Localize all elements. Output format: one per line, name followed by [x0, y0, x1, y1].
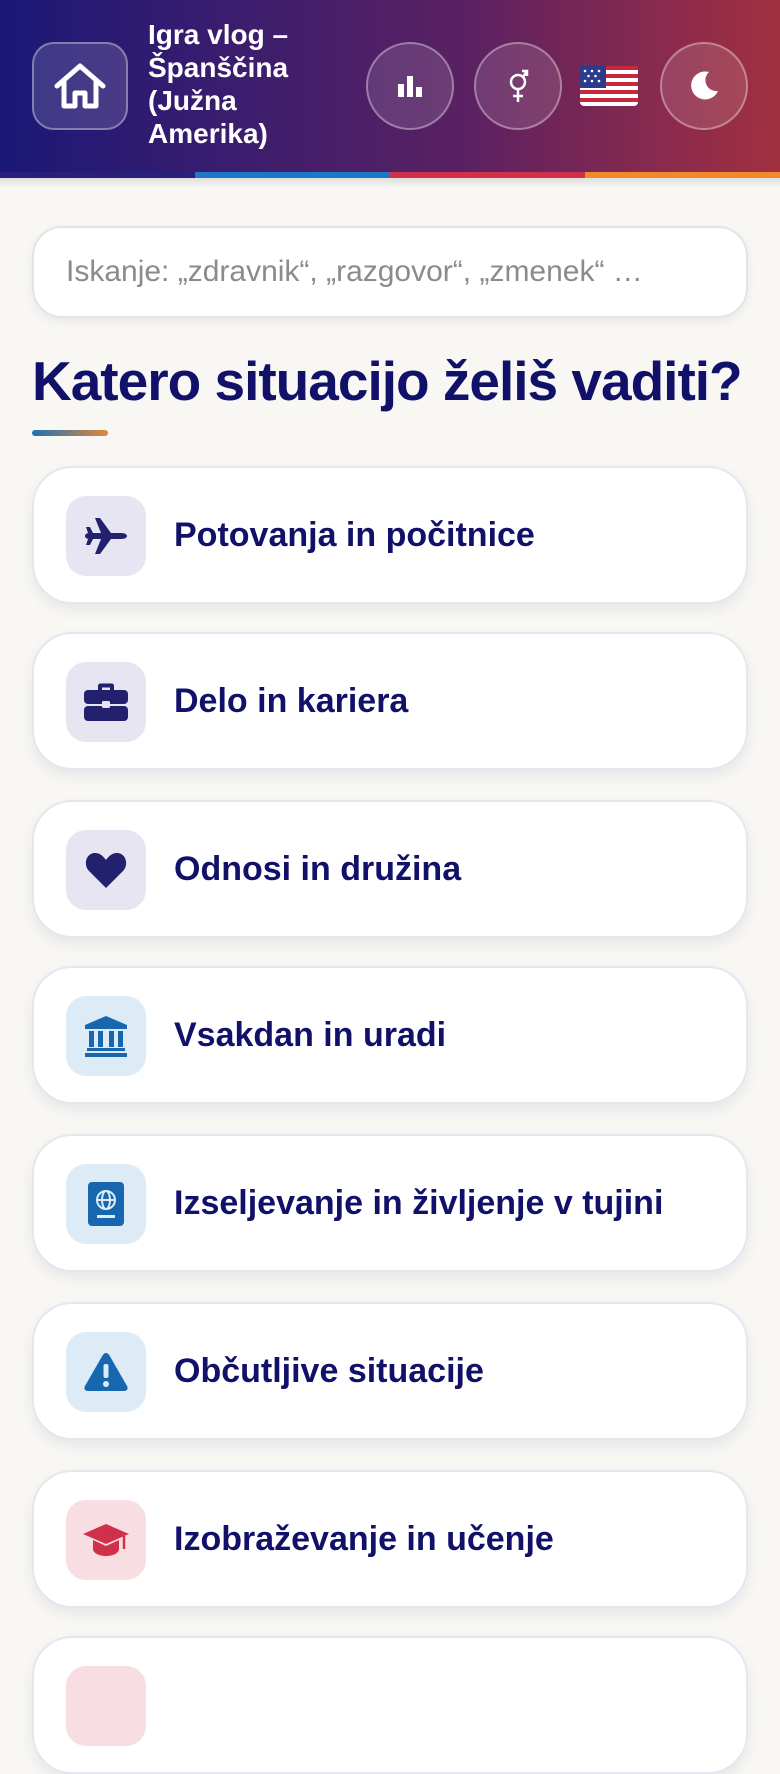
category-card-work[interactable]: Delo in kariera — [32, 632, 748, 770]
heart-icon — [85, 853, 127, 888]
bank-icon — [85, 1016, 127, 1057]
category-card-partial[interactable] — [32, 1636, 748, 1774]
category-label: Občutljive situacije — [174, 1352, 484, 1390]
bar-chart-icon — [398, 76, 422, 97]
category-label: Delo in kariera — [174, 682, 409, 720]
graduation-cap-icon — [83, 1524, 129, 1556]
category-label: Izobraževanje in učenje — [174, 1520, 554, 1558]
category-card-relationships[interactable]: Odnosi in družina — [32, 800, 748, 938]
category-label: Vsakdan in uradi — [174, 1016, 447, 1054]
category-label: Odnosi in družina — [174, 850, 462, 888]
moon-icon — [691, 71, 718, 100]
us-flag-icon — [580, 66, 638, 106]
language-flag-button[interactable] — [580, 58, 638, 114]
category-card-sensitive[interactable]: Občutljive situacije — [32, 1302, 748, 1440]
category-card-education[interactable]: Izobraževanje in učenje — [32, 1470, 748, 1608]
app-title: Igra vlog – Španščina (Južna Amerika) — [148, 19, 289, 149]
category-card-travel[interactable]: Potovanja in počitnice — [32, 466, 748, 604]
category-label: Potovanja in počitnice — [174, 516, 535, 554]
stats-button[interactable] — [366, 42, 454, 130]
passport-icon — [88, 1182, 124, 1226]
title-underline — [32, 430, 108, 436]
category-card-expat[interactable]: Izseljevanje in življenje v tujini — [32, 1134, 748, 1272]
search-field[interactable] — [32, 226, 748, 318]
gender-icon — [509, 69, 529, 102]
category-label: Izseljevanje in življenje v tujini — [174, 1184, 664, 1222]
home-button[interactable] — [32, 42, 128, 130]
warning-icon — [84, 1353, 128, 1391]
category-icon-partial — [66, 1666, 146, 1746]
category-card-everyday[interactable]: Vsakdan in uradi — [32, 966, 748, 1104]
theme-toggle-button[interactable] — [660, 42, 748, 130]
gender-button[interactable] — [474, 42, 562, 130]
briefcase-icon — [84, 683, 128, 721]
airplane-icon — [85, 518, 127, 554]
search-input[interactable] — [34, 228, 746, 316]
home-icon — [54, 63, 106, 109]
page-title: Katero situacijo želiš vaditi? — [32, 350, 743, 412]
